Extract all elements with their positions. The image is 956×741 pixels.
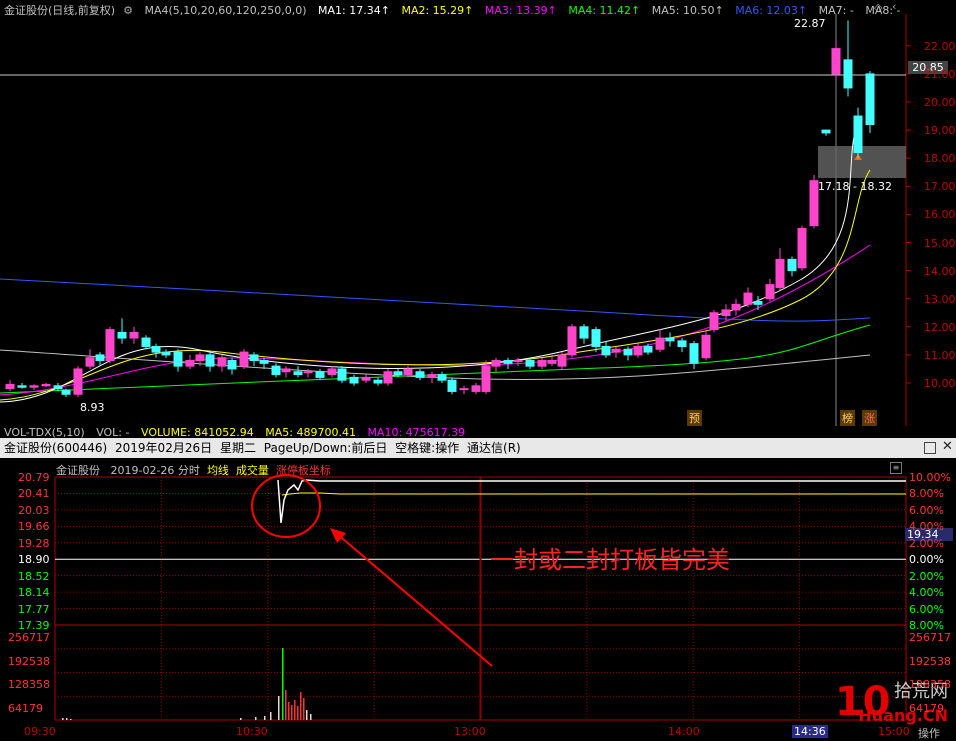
avg-line	[281, 492, 906, 496]
left-price-label: 19.28	[18, 536, 50, 550]
left-price-label: 20.41	[18, 487, 50, 501]
left-price-label: 18.14	[18, 586, 50, 600]
annotation-circle	[251, 474, 321, 538]
time-label: 13:00	[454, 725, 486, 738]
volume-bar	[291, 705, 293, 720]
right-volume-label: 64179	[909, 701, 944, 715]
price-tick-label: 15.00	[924, 236, 956, 250]
volume-bar	[270, 712, 272, 720]
price-tick-label: 18.00	[924, 152, 956, 166]
price-tick-label: 21.00	[924, 67, 956, 81]
volume-bar	[278, 696, 280, 720]
price-tick-label: 11.00	[924, 348, 956, 362]
price-tick-label: 20.00	[924, 96, 956, 109]
right-pct-label: 8.00%	[909, 487, 944, 501]
volume-bar	[66, 718, 68, 720]
right-pct-label: 6.00%	[909, 602, 944, 616]
left-price-label: 18.90	[18, 553, 50, 567]
left-price-label: 18.52	[18, 569, 50, 583]
volume-bar	[297, 706, 299, 720]
right-pct-label: 2.00%	[909, 536, 944, 550]
volume-bar	[264, 716, 266, 720]
volume-bar	[294, 700, 296, 720]
price-tick-label: 19.00	[924, 124, 956, 138]
right-pct-label: 4.00%	[909, 520, 944, 534]
right-pct-label: 10.00%	[909, 471, 951, 484]
left-price-label: 20.03	[18, 503, 50, 517]
time-label: 14:00	[668, 725, 700, 738]
price-tick-label: 14.00	[924, 264, 956, 278]
volume-bar	[255, 717, 257, 720]
right-pct-label: 4.00%	[909, 586, 944, 600]
volume-bar	[303, 698, 305, 720]
volume-bar	[300, 692, 302, 720]
volume-bar	[288, 702, 290, 720]
left-volume-label: 256717	[8, 631, 50, 644]
right-pct-label: 0.00%	[909, 553, 944, 567]
price-tick-label: 12.00	[924, 320, 956, 334]
volume-bar	[285, 690, 287, 720]
price-tick-label: 16.00	[924, 208, 956, 222]
intraday-chart[interactable]	[0, 0, 956, 739]
right-volume-label: 256717	[909, 631, 951, 644]
time-cursor-tag: 14:36	[792, 725, 828, 738]
time-label: 09:30	[24, 725, 56, 738]
price-line	[277, 479, 906, 524]
price-tick-label: 17.00	[924, 180, 956, 194]
annotation-arrow	[335, 532, 493, 667]
price-tick-label: 13.00	[924, 292, 956, 306]
volume-bar	[306, 710, 308, 720]
left-volume-label: 64179	[8, 701, 43, 715]
volume-bar	[240, 718, 242, 720]
time-label: 15:00	[878, 725, 910, 738]
volume-bar	[70, 719, 72, 720]
right-volume-label: 128358	[909, 678, 951, 691]
volume-bar	[282, 648, 284, 720]
right-pct-label: 2.00%	[909, 569, 944, 583]
left-price-label: 19.66	[18, 520, 50, 534]
left-volume-label: 192538	[8, 654, 50, 668]
price-tick-label: 10.00	[924, 377, 956, 390]
volume-bar	[62, 718, 64, 720]
left-price-label: 20.79	[18, 471, 50, 484]
annotation-text: 一封或二封打板皆完美	[490, 546, 730, 574]
volume-bar	[310, 714, 312, 720]
left-price-label: 17.77	[18, 602, 50, 616]
price-tick-label: 22.00	[924, 39, 956, 53]
right-pct-label: 6.00%	[909, 503, 944, 517]
time-label: 10:30	[236, 725, 268, 738]
left-volume-label: 128358	[8, 678, 50, 691]
right-volume-label: 192538	[909, 654, 951, 668]
